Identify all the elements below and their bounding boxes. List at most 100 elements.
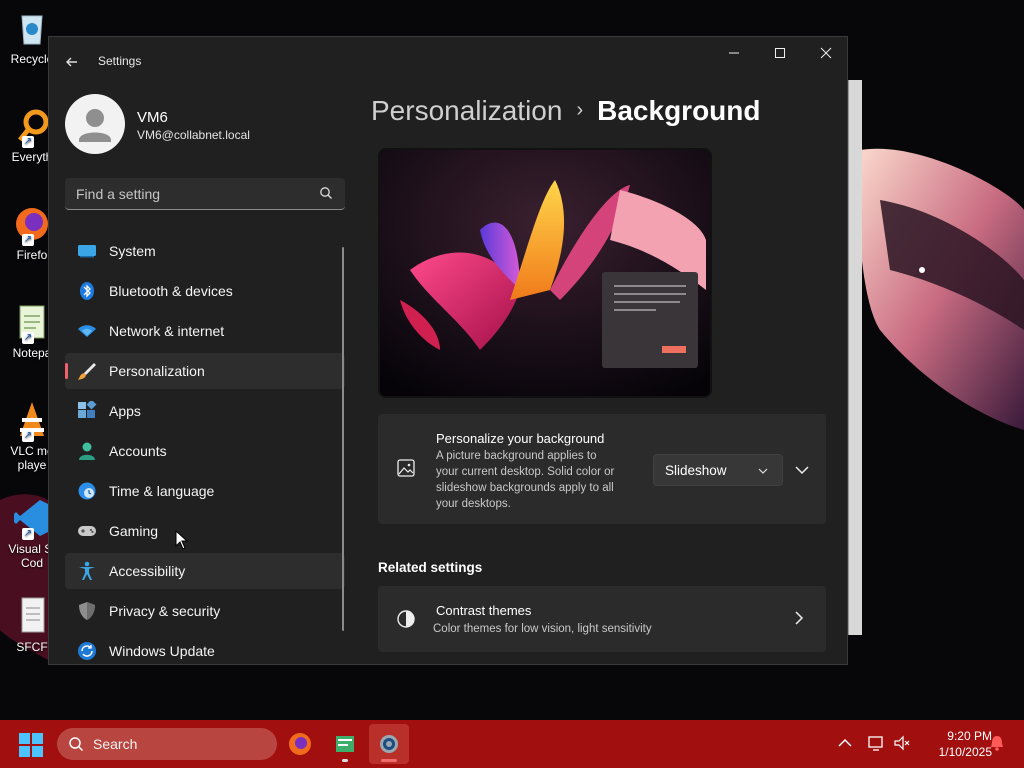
accounts-icon: [79, 442, 95, 460]
sidebar-item-accounts[interactable]: Accounts: [65, 433, 345, 469]
start-button[interactable]: [18, 732, 44, 758]
sidebar-item-label: Accessibility: [109, 563, 186, 579]
mouse-cursor-icon: [175, 530, 189, 550]
user-email: VM6@collabnet.local: [137, 128, 250, 142]
brush-icon: [78, 363, 96, 380]
contrast-themes-card[interactable]: Contrast themes Color themes for low vis…: [378, 586, 826, 652]
chevron-right-icon: [795, 611, 804, 625]
wallpaper-preview-image: [380, 150, 710, 396]
breadcrumb-separator: ›: [576, 99, 584, 121]
sidebar-item-gaming[interactable]: Gaming: [65, 513, 345, 549]
recycle-bin-icon: [12, 8, 52, 48]
desktop-icon-label: Recycle: [10, 52, 54, 66]
sidebar-item-network[interactable]: Network & internet: [65, 313, 345, 349]
taskbar-app-notepad[interactable]: [325, 724, 365, 764]
sidebar-item-accessibility[interactable]: Accessibility: [65, 553, 345, 589]
card-description: Color themes for low vision, light sensi…: [433, 623, 652, 635]
card-description-line: slideshow backgrounds apply to all: [436, 482, 614, 494]
desktop-icon-label: Notepa: [12, 346, 52, 360]
page-title: Background: [597, 95, 761, 126]
sidebar-item-bluetooth[interactable]: Bluetooth & devices: [65, 273, 345, 309]
volume-muted-icon[interactable]: [893, 734, 911, 752]
card-description-line: A picture background applies to: [436, 450, 597, 462]
taskbar-app-firefox[interactable]: [280, 724, 320, 764]
active-indicator: [65, 363, 68, 379]
maximize-icon: [775, 48, 785, 58]
expand-button[interactable]: [792, 460, 812, 480]
background-window-edge[interactable]: [848, 80, 862, 635]
vlc-icon: ↗: [12, 400, 52, 442]
settings-icon: [380, 735, 398, 753]
sidebar-item-label: Bluetooth & devices: [109, 283, 233, 299]
minimize-icon: [729, 52, 739, 54]
desktop-icon-label: Firefo: [16, 248, 48, 262]
bluetooth-icon: [80, 282, 94, 300]
sidebar-item-time-language[interactable]: Time & language: [65, 473, 345, 509]
system-icon: [78, 245, 96, 258]
everything-search-icon: ↗: [12, 106, 52, 148]
chevron-up-icon[interactable]: [836, 734, 854, 752]
sidebar-item-label: Accounts: [109, 443, 167, 459]
related-settings-heading: Related settings: [378, 560, 483, 575]
taskbar-app-settings[interactable]: [369, 724, 409, 764]
desktop-icon-label: Everyth: [11, 150, 53, 164]
search-input[interactable]: Find a setting: [76, 186, 160, 202]
find-setting-search[interactable]: Find a setting: [65, 178, 345, 210]
personalize-background-card[interactable]: Personalize your background A picture ba…: [378, 414, 826, 524]
sidebar-item-label: Network & internet: [109, 323, 225, 339]
firefox-icon: [289, 733, 311, 755]
notepad-icon: ↗: [12, 302, 52, 344]
back-button[interactable]: [61, 51, 83, 73]
minimize-button[interactable]: [711, 37, 757, 69]
close-button[interactable]: [803, 37, 847, 69]
active-app-indicator: [381, 759, 397, 762]
sidebar-item-label: Time & language: [109, 483, 215, 499]
taskbar-search-label: Search: [93, 736, 138, 752]
running-indicator: [342, 759, 348, 762]
clock-date: 1/10/2025: [938, 745, 992, 759]
avatar: [65, 94, 125, 154]
sidebar-item-privacy[interactable]: Privacy & security: [65, 593, 345, 629]
taskbar: Search 9:20 PM 1/10/2025: [0, 720, 1024, 768]
search-icon: [320, 187, 332, 199]
user-avatar-icon: [79, 109, 111, 142]
sidebar-item-apps[interactable]: Apps: [65, 393, 345, 429]
sidebar-nav: System Bluetooth & devices Network & int…: [65, 233, 345, 664]
image-icon: [397, 459, 415, 477]
vscode-icon: ↗: [12, 498, 52, 540]
notification-bell-icon[interactable]: [988, 734, 1006, 752]
sidebar-item-label: Personalization: [109, 363, 205, 379]
title-bar[interactable]: Settings: [49, 37, 847, 85]
sidebar-item-windows-update[interactable]: Windows Update: [65, 633, 345, 664]
system-clock[interactable]: 9:20 PM 1/10/2025: [916, 728, 992, 760]
clock-time: 9:20 PM: [947, 729, 992, 743]
sidebar-item-label: Apps: [109, 403, 141, 419]
breadcrumb-parent[interactable]: Personalization: [371, 95, 562, 126]
user-profile[interactable]: VM6 VM6@collabnet.local: [65, 94, 345, 156]
taskbar-search[interactable]: Search: [57, 728, 277, 760]
network-status-icon[interactable]: [867, 734, 885, 752]
gaming-icon: [78, 526, 96, 536]
close-icon: [820, 47, 832, 59]
wifi-icon: [78, 325, 96, 337]
dropdown-selected-value: Slideshow: [665, 463, 727, 478]
apps-icon: [78, 401, 97, 418]
sidebar-item-system[interactable]: System: [65, 233, 345, 269]
chevron-down-icon: [758, 468, 768, 474]
sidebar-scrollbar[interactable]: [342, 247, 344, 631]
maximize-button[interactable]: [757, 37, 803, 69]
sidebar-item-label: Gaming: [109, 523, 159, 539]
back-arrow-icon: [66, 57, 77, 67]
sidebar-item-label: Privacy & security: [109, 603, 221, 619]
card-title: Contrast themes: [436, 603, 532, 618]
time-language-icon: [78, 482, 96, 500]
card-description-line: your desktops.: [436, 498, 511, 510]
background-type-dropdown[interactable]: Slideshow: [653, 454, 783, 486]
contrast-icon: [397, 610, 415, 628]
file-icon: [12, 596, 52, 636]
update-icon: [78, 642, 96, 660]
accessibility-icon: [79, 561, 95, 580]
windows-logo-icon: [19, 733, 43, 757]
firefox-icon: ↗: [12, 204, 52, 246]
sidebar-item-personalization[interactable]: Personalization: [65, 353, 345, 389]
